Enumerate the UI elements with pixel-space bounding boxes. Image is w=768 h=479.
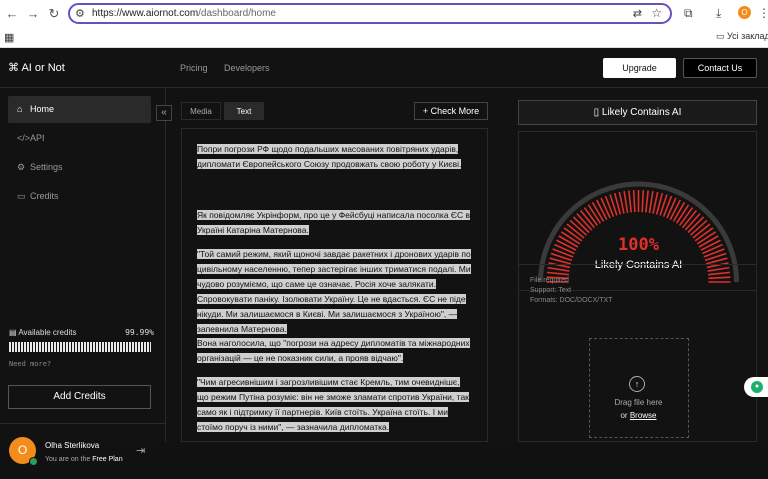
download-icon[interactable]: ⤓ [716, 6, 721, 21]
gauge-tick [666, 197, 677, 219]
gauge-tick [600, 197, 611, 219]
gauge-tick [669, 199, 681, 220]
formats-text: Formats: DOC/DOCX/TXT [530, 297, 613, 304]
chat-icon: ● [751, 381, 763, 393]
chat-widget-button[interactable]: ● [744, 377, 768, 397]
ai-percent: 100% [618, 235, 659, 255]
bookmarks-bar: ▦ ▭ Усі заклад [0, 28, 768, 46]
gauge-tick [628, 190, 632, 213]
sidebar-item-credits[interactable]: ▭ Credits [8, 183, 151, 210]
need-more-text: Need more? [9, 360, 52, 368]
gauge-tick [632, 190, 636, 213]
sidebar-item-settings[interactable]: ⚙ Settings [8, 154, 151, 181]
gauge-tick [623, 191, 629, 213]
text-input-area[interactable]: Попри погрози РФ щодо подальших масовани… [181, 128, 488, 442]
url-text: https://www.aiornot.com/dashboard/home [92, 8, 276, 19]
gauge-tick [641, 190, 645, 213]
profile-avatar[interactable]: O [738, 6, 751, 19]
browse-text: or Browse [620, 411, 657, 420]
logout-icon[interactable]: ⇥ [136, 444, 145, 457]
text-paragraph: Як повідомляє Укрінформ, про це у Фейсбу… [197, 210, 471, 235]
text-paragraph: Вона наголосила, що "погрози на адресу д… [197, 338, 470, 363]
result-header: ▯ Likely Contains AI [518, 100, 757, 125]
credits-percent: 99.99% [125, 328, 154, 337]
gear-icon: ⚙ [17, 162, 26, 172]
nav-developers[interactable]: Developers [224, 63, 270, 73]
tab-text[interactable]: Text [224, 102, 264, 120]
sidebar-item-api[interactable]: </> API [8, 125, 151, 152]
plus-icon: + [422, 106, 429, 116]
tab-media[interactable]: Media [181, 102, 221, 120]
bookmarks-folder[interactable]: ▭ Усі заклад [716, 31, 768, 42]
forward-icon[interactable]: → [25, 6, 41, 22]
check-more-button[interactable]: + Check More [414, 102, 488, 120]
extensions-icon[interactable]: ⧉ [684, 6, 693, 21]
browser-chrome: ← → ↻ ⚙ https://www.aiornot.com/dashboar… [0, 0, 768, 48]
card-icon: ▭ [17, 191, 26, 201]
credits-icon: ▤ [9, 328, 17, 337]
file-required-text: File required [530, 277, 569, 284]
address-bar[interactable]: ⚙ https://www.aiornot.com/dashboard/home… [68, 3, 672, 24]
translate-icon[interactable]: ⇄ [633, 7, 642, 20]
document-icon: ▯ [593, 107, 600, 118]
support-text: Support: Text [530, 287, 572, 294]
credits-progress-bar [9, 342, 151, 352]
browse-link[interactable]: Browse [630, 411, 657, 420]
upload-icon: ↑ [629, 376, 645, 392]
site-info-icon[interactable]: ⚙ [75, 7, 85, 20]
sidebar-item-home[interactable]: ⌂ Home [8, 96, 151, 123]
upgrade-button[interactable]: Upgrade [603, 58, 676, 78]
avatar[interactable]: O [9, 437, 38, 466]
gauge-tick [645, 190, 649, 213]
available-credits: ▤ Available credits 99.99% [9, 328, 154, 337]
text-paragraph: "Той самий режим, який щоночі завдає рак… [197, 249, 471, 334]
back-icon[interactable]: ← [4, 6, 20, 22]
logo[interactable]: ⌘ AI or Not [8, 61, 65, 74]
bookmark-star-icon[interactable]: ☆ [651, 6, 662, 20]
drag-file-text: Drag file here [614, 398, 663, 407]
sidebar: ⌂ Home </> API ⚙ Settings ▭ Credits ▤ Availa… [0, 88, 166, 466]
home-icon: ⌂ [17, 104, 23, 114]
gauge-tick [596, 199, 608, 220]
gauge-tick [648, 191, 654, 213]
text-paragraph: "Чим агресивнішим і загрозливішим стає К… [197, 377, 469, 432]
text-paragraph: Попри погрози РФ щодо подальших масовани… [197, 144, 462, 169]
app: ⌘ AI or Not Pricing Developers Upgrade C… [0, 48, 768, 466]
nav-pricing[interactable]: Pricing [180, 63, 208, 73]
online-status-dot [29, 457, 38, 466]
collapse-sidebar-button[interactable]: « [156, 105, 172, 121]
top-bar: ⌘ AI or Not Pricing Developers Upgrade C… [0, 48, 768, 88]
reload-icon[interactable]: ↻ [46, 6, 62, 22]
contact-us-button[interactable]: Contact Us [683, 58, 757, 78]
menu-icon[interactable]: ⋮ [758, 6, 768, 20]
user-plan: You are on the Free Plan [45, 456, 123, 463]
file-upload-panel: File required Support: Text Formats: DOC… [518, 264, 757, 442]
code-icon: </> [17, 133, 31, 143]
user-profile: O Olha Sterlikova You are on the Free Pl… [0, 423, 166, 479]
apps-grid-icon[interactable]: ▦ [4, 31, 14, 44]
credits-label: Available credits [18, 328, 77, 337]
user-name: Olha Sterlikova [45, 441, 100, 450]
logo-icon: ⌘ [8, 62, 19, 74]
add-credits-button[interactable]: Add Credits [8, 385, 151, 409]
